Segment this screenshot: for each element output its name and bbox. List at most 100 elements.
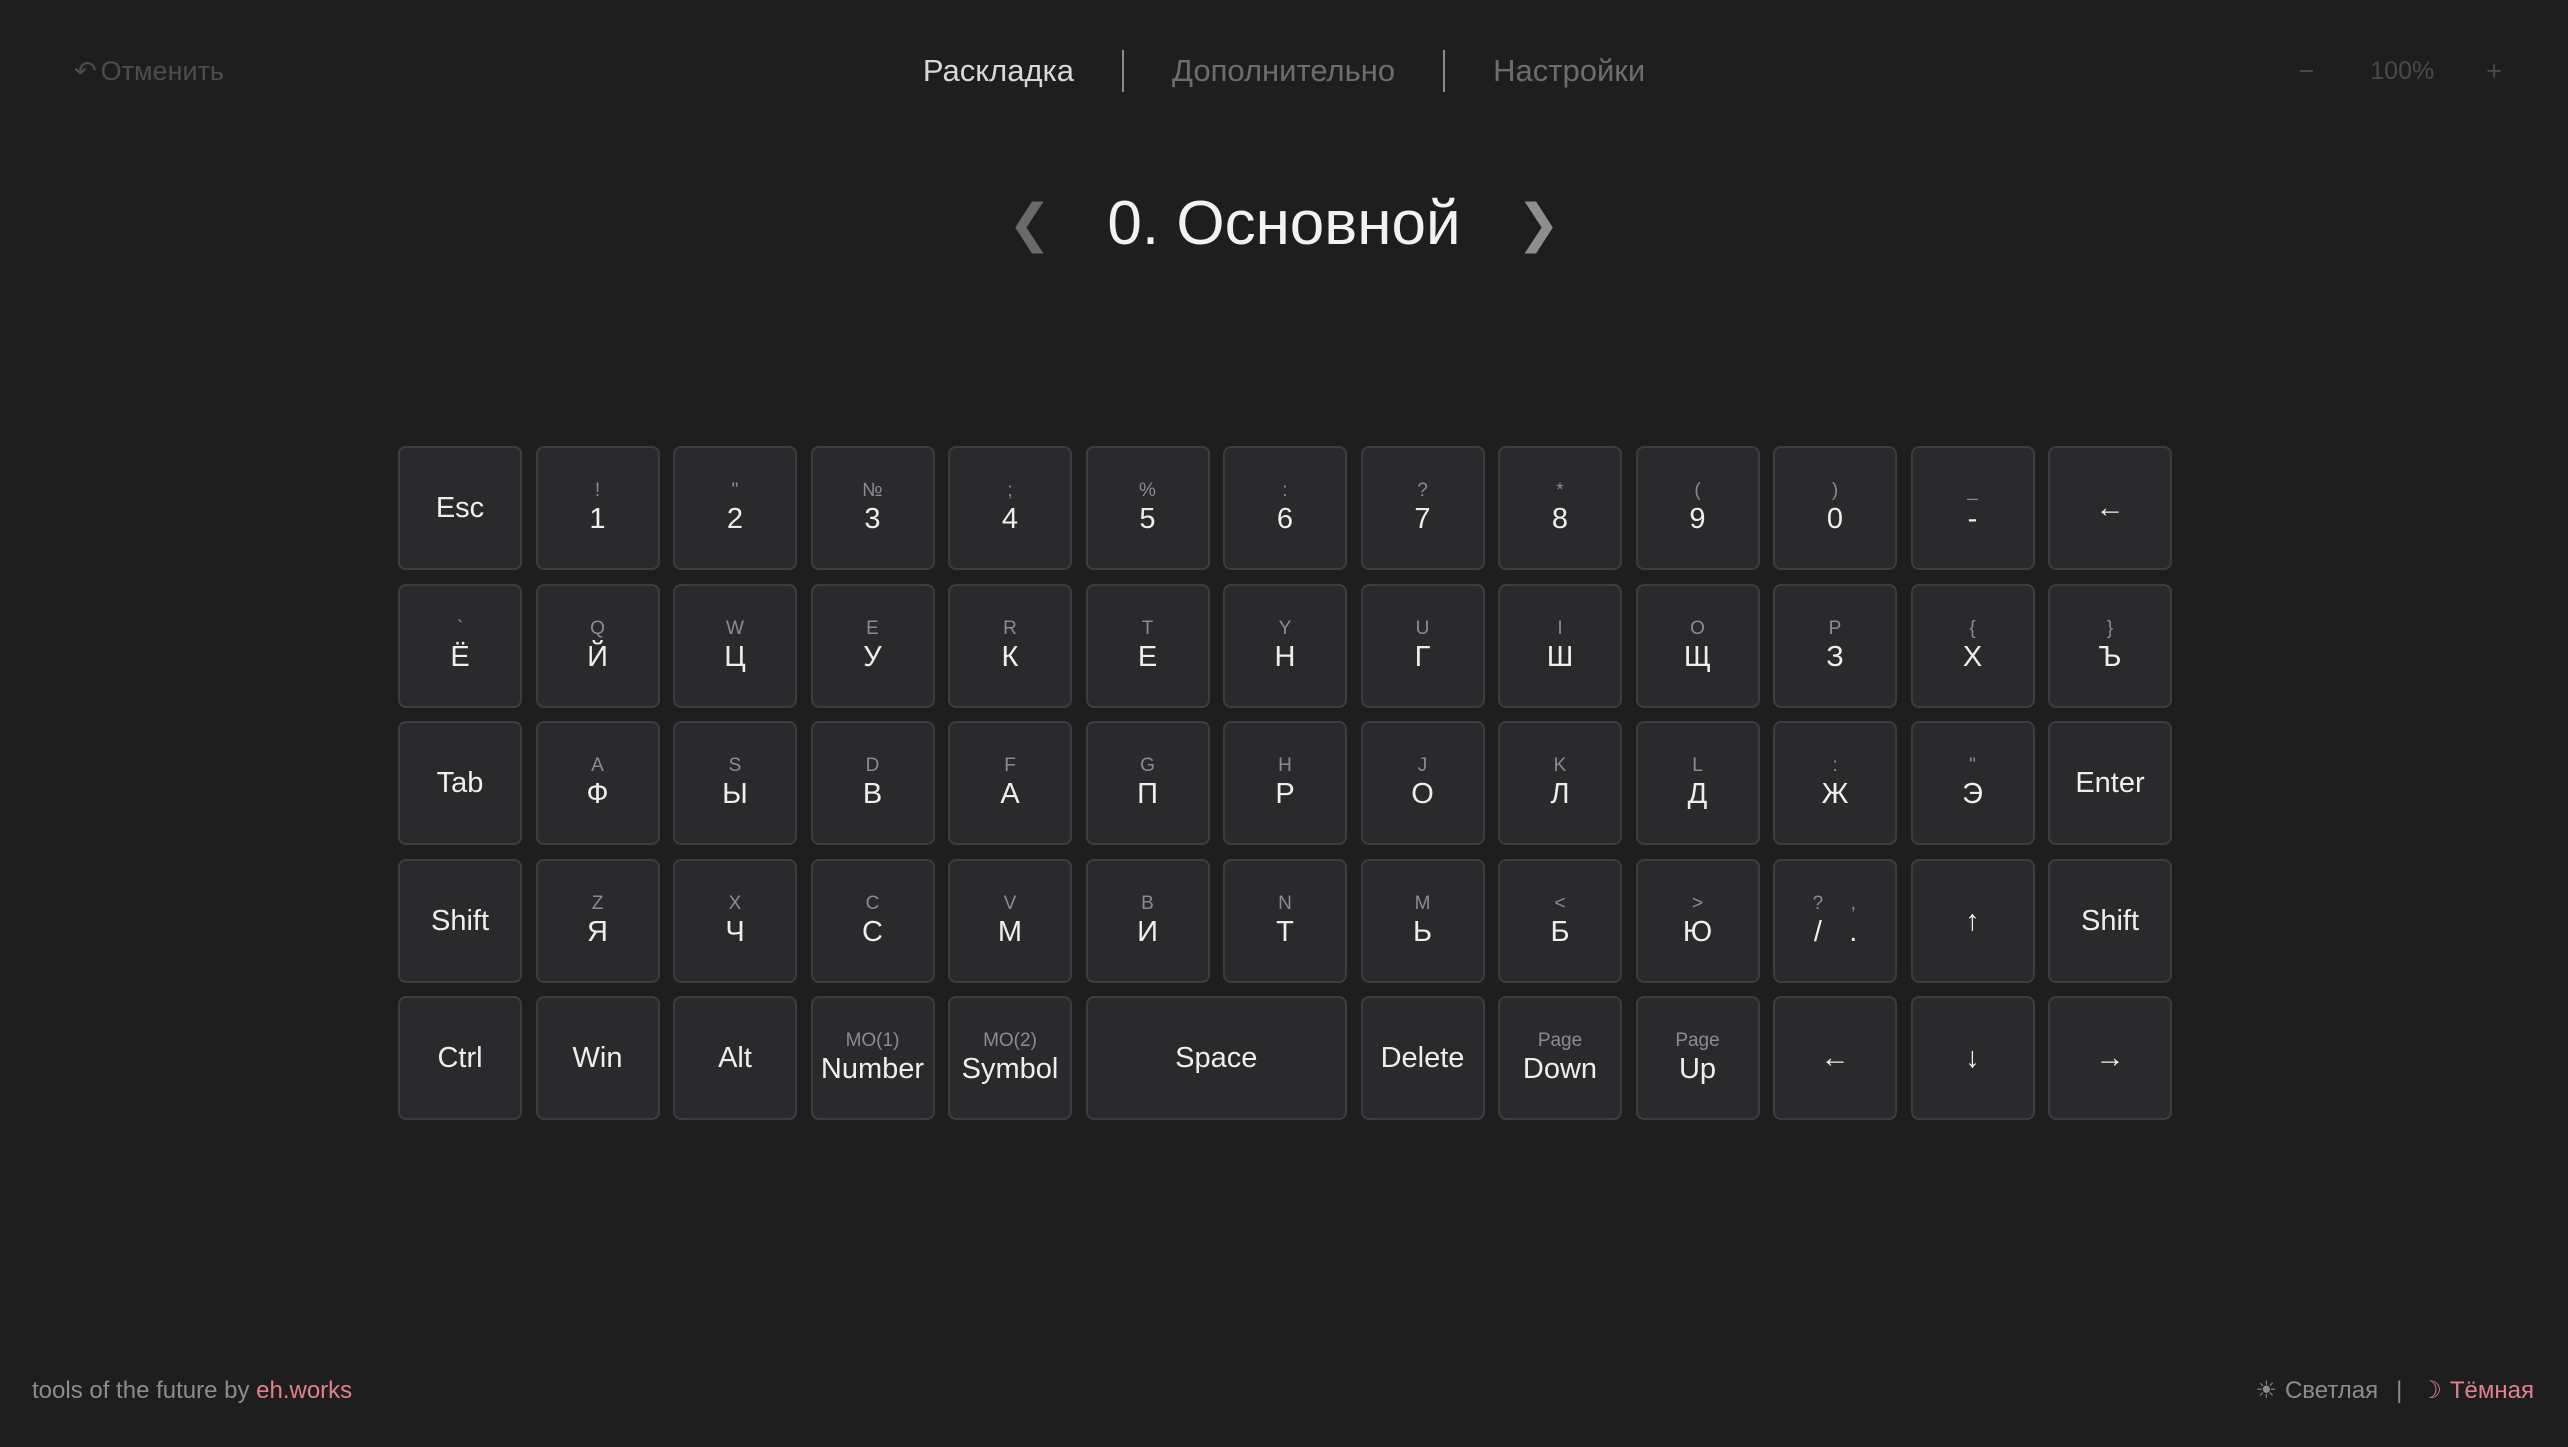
tab-layout[interactable]: Раскладка [875,53,1122,89]
keyboard-key[interactable]: Delete [1360,996,1485,1120]
keyboard-key[interactable]: GП [1085,721,1210,845]
keyboard-key[interactable]: YН [1223,583,1347,708]
keyboard-key[interactable]: ` Ё [398,583,522,708]
key-legend: Esc [435,492,485,524]
keyboard-key[interactable]: Win [535,996,660,1120]
keyboard-key[interactable]: Esc [398,446,522,570]
prev-layer-chevron-icon[interactable]: ❮ [1008,198,1052,250]
keyboard-key[interactable]: VМ [948,858,1072,983]
next-layer-chevron-icon[interactable]: ❯ [1517,198,1561,250]
keyboard-key[interactable]: OЩ [1635,583,1760,708]
keyboard-key[interactable]: Shift [2048,858,2172,983]
keyboard-key[interactable]: ↑ [1910,858,2035,983]
key-shift-legend: " [1969,755,1976,776]
keyboard-key[interactable]: UГ [1360,583,1485,708]
zoom-control: − 100% + [2298,56,2502,87]
keyboard-key[interactable]: Shift [398,858,522,983]
keyboard-key[interactable]: BИ [1085,858,1210,983]
tab-advanced[interactable]: Дополнительно [1124,53,1443,89]
key-legend: Shift [430,904,490,937]
zoom-in-button[interactable]: + [2486,56,2502,87]
keyboard-key[interactable]: ) 0 [1773,446,1897,570]
keyboard-key[interactable]: FА [948,721,1072,845]
theme-dark-label: Тёмная [2449,1376,2534,1404]
keyboard-key[interactable]: Ctrl [398,996,522,1120]
keyboard-key[interactable]: HР [1223,721,1347,845]
keyboard-key[interactable]: MO(1) Number [810,996,935,1120]
keyboard-key[interactable]: Tab [398,721,522,845]
key-legend: Й [587,640,608,673]
key-shift-legend: Q [590,617,605,639]
keyboard-key[interactable]: XЧ [673,858,797,983]
key-shift-legend: № [862,480,883,501]
keyboard-key[interactable]: Page Up [1635,996,1760,1120]
keyboard-key[interactable]: MЬ [1360,858,1485,983]
keyboard-key[interactable]: :6 [1223,446,1347,570]
keyboard-key[interactable]: MO(2) Symbol [948,996,1072,1120]
keyboard-key[interactable]: {Х [1910,583,2035,708]
layer-title: 0. Основной [1107,189,1461,258]
keyboard-key[interactable]: Page Down [1498,996,1622,1120]
keyboard-key[interactable]: SЫ [673,721,797,845]
keyboard-key[interactable]: Alt [673,996,797,1120]
keyboard-key[interactable]: ? 7 [1360,446,1485,570]
key-legend: Delete [1380,1042,1465,1074]
keyboard-key[interactable]: EУ [810,583,935,708]
keyboard-key[interactable]: ? /,. [1773,858,1897,983]
key-shift-legend: F [1004,755,1016,776]
key-shift-legend: : [1832,755,1838,776]
zoom-out-button[interactable]: − [2298,56,2314,87]
sun-icon: ☀ [2255,1377,2277,1404]
keyboard-key[interactable]: ; 4 [948,446,1072,570]
keyboard-key[interactable]: IШ [1498,583,1622,708]
keyboard-key[interactable]: :Ж [1773,721,1897,845]
key-legend: П [1137,778,1158,810]
theme-dark-option[interactable]: ☽ Тёмная [2420,1376,2534,1405]
key-shift-legend: S [728,755,742,776]
keyboard-key[interactable]: _ - [1910,446,2035,570]
keyboard-key[interactable]: → [2048,996,2172,1120]
keyboard-key[interactable]: RК [948,583,1072,708]
keyboard-key[interactable]: TЕ [1085,583,1210,708]
keyboard-key[interactable]: PЗ [1773,583,1897,708]
keyboard-key[interactable]: CС [810,858,935,983]
keyboard-key[interactable]: NТ [1223,858,1347,983]
key-legend: Ё [450,640,470,673]
keyboard-key[interactable]: ↓ [1910,996,2035,1120]
keyboard-key[interactable]: DВ [810,721,935,845]
keyboard-key[interactable]: } Ъ [2048,583,2172,708]
keyboard-key[interactable]: QЙ [535,583,660,708]
keyboard-key[interactable]: " Э [1910,721,2035,845]
keyboard-key[interactable]: LД [1635,721,1760,845]
keyboard-key[interactable]: JО [1360,721,1485,845]
key-shift-legend: ? [1812,892,1824,914]
key-legend: В [862,778,883,810]
keyboard-key[interactable]: % 5 [1085,446,1210,570]
keyboard-key[interactable]: ← [2048,446,2172,570]
keyboard-key[interactable]: ! 1 [535,446,660,570]
keyboard-key[interactable]: < Б [1498,858,1622,983]
keyboard-key[interactable]: Space [1085,996,1347,1120]
keyboard-key[interactable]: " 2 [673,446,797,570]
keyboard-key[interactable]: ZЯ [535,858,660,983]
key-shift-legend: MO(2) [983,1030,1037,1051]
keyboard-key[interactable]: ← [1773,996,1897,1120]
key-shift-legend: ( [1694,480,1701,501]
key-legend: Э [1962,778,1983,810]
key-shift-legend: W [726,617,744,639]
keyboard-key[interactable]: (9 [1635,446,1760,570]
brand-link[interactable]: eh.works [256,1377,352,1404]
keyboard-key[interactable]: KЛ [1498,721,1622,845]
tab-settings[interactable]: Настройки [1445,53,1693,89]
keyboard-key[interactable]: WЦ [673,583,797,708]
keyboard-key[interactable]: № 3 [810,446,935,570]
keyboard-key[interactable]: Enter [2048,721,2172,845]
keyboard-key[interactable]: > Ю [1635,858,1760,983]
keyboard-key[interactable]: * 8 [1498,446,1622,570]
key-shift-legend: L [1692,755,1703,776]
key-legend: М [997,915,1023,948]
keyboard-key[interactable]: AФ [535,721,660,845]
key-shift-legend: A [591,755,604,776]
key-legend: 3 [864,503,881,535]
theme-light-option[interactable]: ☀ Светлая [2255,1376,2378,1405]
